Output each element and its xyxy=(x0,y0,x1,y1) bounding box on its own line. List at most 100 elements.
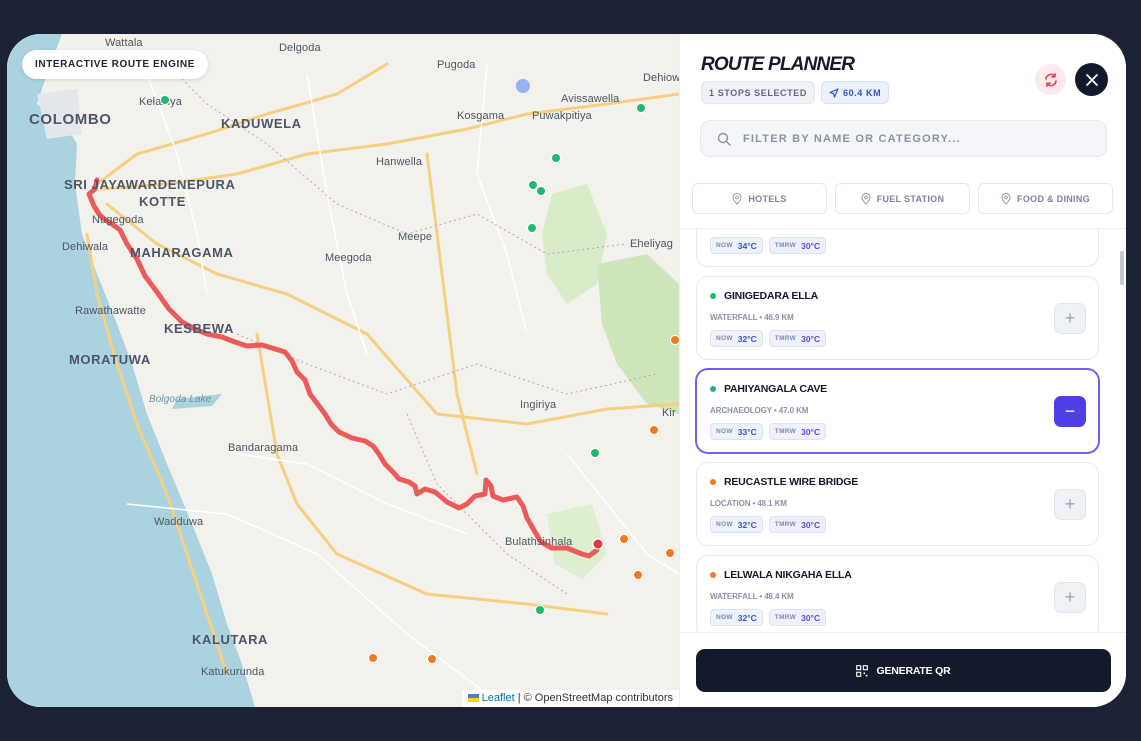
weather-now-label: NOW xyxy=(716,521,733,528)
refresh-button[interactable] xyxy=(1035,64,1066,95)
weather-tmrw-chip: TMRW 30°C xyxy=(768,609,827,626)
category-food-dining[interactable]: FOOD & DINING xyxy=(978,183,1113,214)
poi-marker xyxy=(619,534,629,544)
list-scrollbar[interactable] xyxy=(1120,251,1124,285)
stops-selected-chip: 1 STOPS SELECTED xyxy=(701,81,815,104)
ukraine-flag-icon xyxy=(467,694,479,702)
weather-tmrw-chip: TMRW 30°C xyxy=(768,330,827,347)
item-meta: WATERFALL • 48.4 KM xyxy=(710,592,794,601)
weather-now-value: 32°C xyxy=(737,333,757,344)
route-engine-badge: INTERACTIVE ROUTE ENGINE xyxy=(22,50,208,79)
remove-stop-button[interactable]: − xyxy=(1054,396,1086,427)
list-item-selected[interactable]: PAHIYANGALA CAVE ARCHAEOLOGY • 47.0 KM N… xyxy=(696,369,1099,453)
weather-tmrw-value: 30°C xyxy=(801,426,821,437)
weather-now-value: 34°C xyxy=(737,240,757,251)
weather-now-chip: NOW 34°C xyxy=(710,237,763,254)
distance-chip: 60.4 KM xyxy=(821,81,890,104)
generate-qr-button[interactable]: GENERATE QR xyxy=(696,649,1111,692)
item-name-row: REUCASTLE WIRE BRIDGE xyxy=(710,476,858,488)
category-dot xyxy=(710,293,716,299)
weather-now-value: 33°C xyxy=(737,426,757,437)
map-markers xyxy=(160,79,679,664)
panel-title: ROUTE PLANNER xyxy=(701,54,855,75)
weather-tmrw-label: TMRW xyxy=(774,521,797,528)
weather-now-label: NOW xyxy=(716,428,733,435)
weather-tmrw-chip: TMRW 30°C xyxy=(768,237,827,254)
poi-marker xyxy=(551,153,561,163)
poi-marker xyxy=(665,548,675,558)
leaflet-link[interactable]: Leaflet xyxy=(482,692,515,704)
search-bar[interactable] xyxy=(700,120,1107,157)
category-label: HOTELS xyxy=(748,193,787,204)
category-dot xyxy=(710,479,716,485)
weather-chips: NOW 32°C TMRW 30°C xyxy=(710,609,827,626)
category-filters: HOTELS FUEL STATION FOOD & DINING xyxy=(692,183,1113,214)
search-input[interactable] xyxy=(743,132,1083,145)
weather-tmrw-label: TMRW xyxy=(774,614,797,621)
category-label: FUEL STATION xyxy=(876,193,945,204)
add-stop-button[interactable]: + xyxy=(1054,303,1086,334)
weather-tmrw-label: TMRW xyxy=(774,428,797,435)
weather-tmrw-label: TMRW xyxy=(774,335,797,342)
weather-tmrw-chip: TMRW 30°C xyxy=(768,423,827,440)
list-item[interactable]: NOW34°C TMRW30°C + xyxy=(696,229,1099,267)
weather-now-chip: NOW 32°C xyxy=(710,609,763,626)
list-item[interactable]: GINIGEDARA ELLA WATERFALL • 46.9 KM NOW 3… xyxy=(696,276,1099,360)
poi-marker xyxy=(368,653,378,663)
marker-layer xyxy=(160,79,679,664)
weather-tmrw-value: 30°C xyxy=(801,333,821,344)
item-meta: ARCHAEOLOGY • 47.0 KM xyxy=(710,406,809,415)
poi-marker xyxy=(535,605,545,615)
destination-list[interactable]: NOW 34°C TMRW 30°C + GINIGEDARA ELLA WATER… xyxy=(680,228,1126,632)
close-icon xyxy=(1085,73,1098,86)
weather-now-value: 32°C xyxy=(737,519,757,530)
weather-tmrw-chip: TMRW 30°C xyxy=(768,516,827,533)
qr-code-icon xyxy=(856,664,869,677)
item-name: GINIGEDARA ELLA xyxy=(724,290,819,302)
weather-chips: NOW 34°C TMRW 30°C xyxy=(710,237,827,254)
item-name-row: LELWALA NIKGAHA ELLA xyxy=(710,569,852,581)
weather-chips: NOW 32°C TMRW 30°C xyxy=(710,330,827,347)
weather-now-value: 32°C xyxy=(737,612,757,623)
add-stop-button[interactable]: + xyxy=(1054,489,1086,520)
category-hotels[interactable]: HOTELS xyxy=(692,183,827,214)
weather-tmrw-label: TMRW xyxy=(774,242,797,249)
list-item[interactable]: LELWALA NIKGAHA ELLA WATERFALL • 48.4 KM… xyxy=(696,555,1099,632)
weather-now-label: NOW xyxy=(716,242,733,249)
poi-marker xyxy=(528,180,538,190)
category-label: FOOD & DINING xyxy=(1017,193,1090,204)
item-name: REUCASTLE WIRE BRIDGE xyxy=(724,476,859,488)
weather-now-chip: NOW 32°C xyxy=(710,516,763,533)
destination-list-inner: NOW 34°C TMRW 30°C + GINIGEDARA ELLA WATER… xyxy=(696,229,1099,632)
weather-tmrw-value: 30°C xyxy=(801,519,821,530)
weather-chips: NOW 32°C TMRW 30°C xyxy=(710,516,827,533)
weather-now-chip: NOW 32°C xyxy=(710,330,763,347)
route-end-marker xyxy=(592,538,604,550)
close-button[interactable] xyxy=(1075,63,1108,96)
poi-marker xyxy=(670,335,679,345)
poi-marker xyxy=(516,79,530,93)
map-pin-icon xyxy=(732,192,742,205)
navigation-arrow-icon xyxy=(829,87,839,98)
category-fuel-station[interactable]: FUEL STATION xyxy=(835,183,970,214)
search-icon xyxy=(717,132,731,146)
weather-now-label: NOW xyxy=(716,614,733,621)
generate-qr-label: GENERATE QR xyxy=(876,664,951,677)
weather-chips: NOW 33°C TMRW 30°C xyxy=(710,423,827,440)
item-meta: WATERFALL • 46.9 KM xyxy=(710,313,794,322)
osm-attribution-text: | © OpenStreetMap contributors xyxy=(514,692,673,704)
list-item[interactable]: REUCASTLE WIRE BRIDGE LOCATION • 48.1 KM… xyxy=(696,462,1099,546)
add-stop-button[interactable]: + xyxy=(1054,582,1086,613)
map-view[interactable]: Wattala Delgoda Pugoda Dehiow Kelaniya C… xyxy=(7,34,679,707)
poi-marker xyxy=(427,654,437,664)
poi-marker xyxy=(160,95,170,105)
poi-marker xyxy=(636,103,646,113)
refresh-icon xyxy=(1044,72,1057,87)
map-pin-icon xyxy=(861,192,871,205)
item-name-row: PAHIYANGALA CAVE xyxy=(710,383,827,395)
item-meta: LOCATION • 48.1 KM xyxy=(710,499,787,508)
poi-marker xyxy=(633,570,643,580)
item-name: PAHIYANGALA CAVE xyxy=(724,383,827,395)
weather-tmrw-value: 30°C xyxy=(801,240,821,251)
poi-marker xyxy=(590,448,600,458)
